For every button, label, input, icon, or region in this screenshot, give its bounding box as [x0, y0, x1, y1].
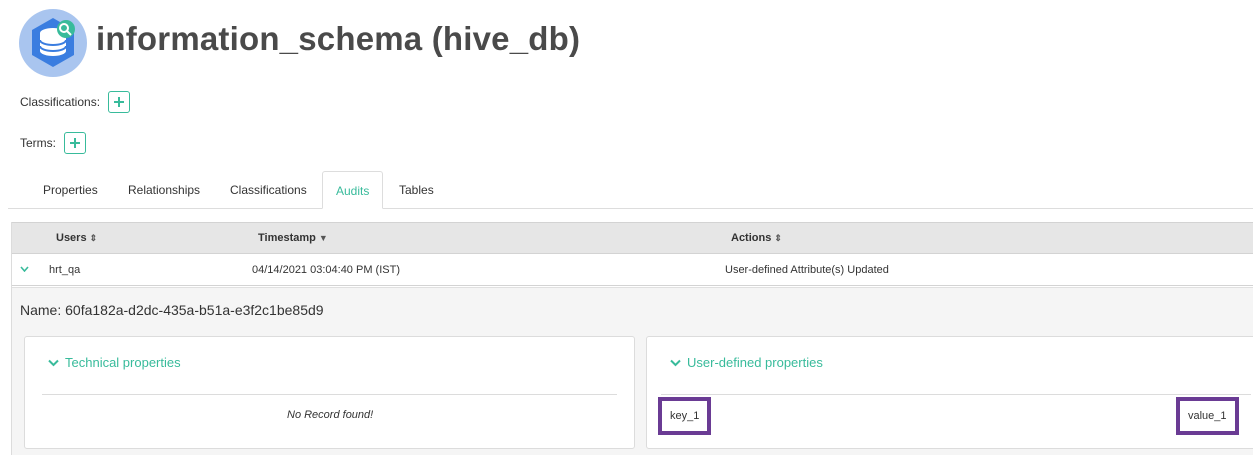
detail-tabs: Properties Relationships Classifications… — [8, 171, 1253, 209]
technical-properties-title: Technical properties — [65, 355, 181, 370]
table-row[interactable]: hrt_qa 04/14/2021 03:04:40 PM (IST) User… — [12, 254, 1253, 286]
chevron-down-icon[interactable] — [20, 266, 29, 272]
terms-row: Terms: — [20, 132, 86, 154]
audits-table: Users ⇕ Timestamp ▼ Actions ⇕ hrt_qa 04/14/… — [11, 222, 1253, 455]
add-term-button[interactable] — [64, 132, 86, 154]
sort-desc-icon: ▼ — [318, 233, 328, 243]
user-defined-properties-title: User-defined properties — [687, 355, 823, 370]
tab-audits[interactable]: Audits — [322, 171, 384, 209]
technical-properties-panel: Technical properties No Record found! — [24, 336, 635, 449]
sort-icon: ⇕ — [774, 233, 782, 243]
divider — [661, 394, 1251, 395]
property-value: value_1 — [1176, 397, 1239, 435]
tab-classifications[interactable]: Classifications — [230, 171, 307, 209]
add-classification-button[interactable] — [108, 91, 131, 113]
empty-message: No Record found! — [287, 409, 374, 421]
audit-entity-name: Name: 60fa182a-d2dc-435a-b51a-e3f2c1be85… — [20, 302, 324, 318]
terms-label: Terms: — [20, 136, 56, 150]
cell-timestamp: 04/14/2021 03:04:40 PM (IST) — [252, 264, 400, 276]
cell-user: hrt_qa — [49, 264, 81, 276]
user-defined-properties-panel: User-defined properties key_1 value_1 — [646, 336, 1253, 449]
property-key: key_1 — [658, 397, 712, 435]
audit-detail-panel: Name: 60fa182a-d2dc-435a-b51a-e3f2c1be85… — [12, 287, 1253, 455]
chevron-down-icon — [48, 359, 59, 366]
chevron-down-icon — [670, 359, 681, 366]
cell-action: User-defined Attribute(s) Updated — [725, 264, 889, 276]
sort-icon: ⇕ — [89, 233, 98, 243]
column-header-timestamp[interactable]: Timestamp ▼ — [258, 223, 328, 254]
column-header-users[interactable]: Users ⇕ — [56, 223, 97, 254]
user-defined-properties-toggle[interactable]: User-defined properties — [670, 355, 823, 370]
page-title: information_schema (hive_db) — [96, 20, 581, 57]
classifications-label: Classifications: — [20, 95, 101, 109]
column-header-actions[interactable]: Actions ⇕ — [731, 223, 782, 254]
technical-properties-toggle[interactable]: Technical properties — [48, 355, 181, 370]
tab-properties[interactable]: Properties — [43, 171, 98, 209]
table-header: Users ⇕ Timestamp ▼ Actions ⇕ — [12, 222, 1253, 254]
tab-tables[interactable]: Tables — [399, 171, 434, 209]
divider — [42, 394, 617, 395]
classifications-row: Classifications: — [20, 91, 131, 113]
tab-relationships[interactable]: Relationships — [128, 171, 200, 209]
database-icon — [19, 9, 87, 77]
